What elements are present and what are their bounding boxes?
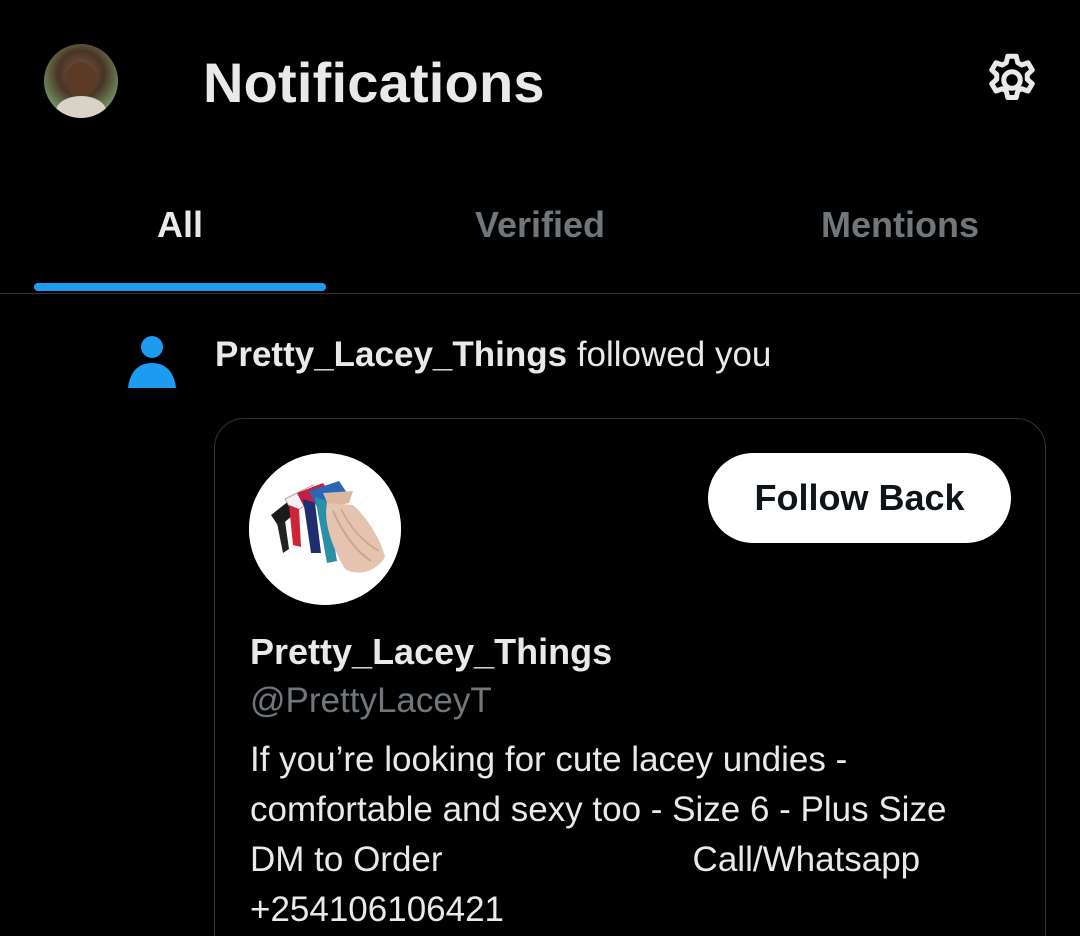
tab-all[interactable]: All bbox=[34, 204, 326, 254]
follow-back-button[interactable]: Follow Back bbox=[708, 453, 1011, 543]
user-card[interactable]: Follow Back Pretty_Lacey_Things @PrettyL… bbox=[214, 418, 1046, 936]
user-display-name[interactable]: Pretty_Lacey_Things bbox=[250, 631, 612, 673]
user-bio: If you’re looking for cute lacey undies … bbox=[250, 735, 1030, 935]
bio-line: DM to Order bbox=[250, 840, 443, 879]
notification-text: Pretty_Lacey_Things followed you bbox=[215, 335, 771, 375]
bio-line: comfortable and sexy too - Size 6 - Plus… bbox=[250, 790, 947, 829]
divider bbox=[0, 293, 1080, 294]
notification-tabs: All Verified Mentions bbox=[0, 190, 1080, 294]
notifications-page: Notifications All Verified Mentions Pret… bbox=[0, 0, 1080, 936]
bio-phone: +254106106421 bbox=[250, 890, 505, 929]
account-avatar[interactable] bbox=[44, 44, 118, 118]
bio-line: If you’re looking for cute lacey undies … bbox=[250, 740, 848, 779]
tab-verified[interactable]: Verified bbox=[394, 204, 686, 254]
tab-mentions[interactable]: Mentions bbox=[754, 204, 1046, 254]
bio-line: Call/Whatsapp bbox=[692, 840, 921, 879]
user-handle[interactable]: @PrettyLaceyT bbox=[250, 681, 492, 721]
notification-action: followed you bbox=[567, 335, 772, 374]
active-tab-indicator bbox=[34, 283, 326, 291]
page-title: Notifications bbox=[203, 51, 545, 114]
bio-line-group: DM to Order Call/Whatsapp bbox=[250, 835, 1030, 885]
gear-icon[interactable] bbox=[982, 50, 1042, 110]
notification-username[interactable]: Pretty_Lacey_Things bbox=[215, 335, 567, 374]
user-avatar[interactable] bbox=[249, 453, 401, 605]
person-icon bbox=[124, 334, 180, 390]
